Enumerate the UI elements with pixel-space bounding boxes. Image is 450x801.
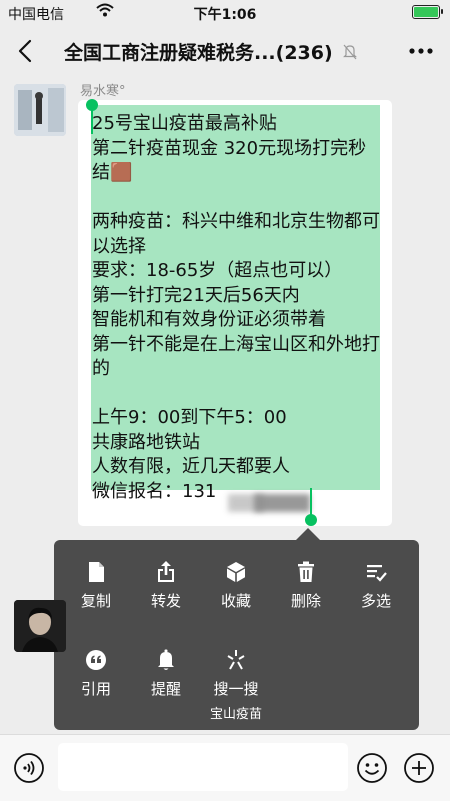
sender-name: 易水寒°	[80, 84, 126, 99]
message-line: 第一针不能是在上海宝山区和外地打的	[92, 333, 380, 380]
menu-label: 提醒	[150, 680, 181, 698]
more-functions-button[interactable]	[403, 752, 435, 788]
search-icon	[227, 650, 245, 670]
message-line: 共康路地铁站	[92, 431, 200, 453]
voice-icon	[14, 753, 44, 783]
menu-item-delete[interactable]: 删除	[271, 560, 341, 611]
menu-item-forward[interactable]: 转发	[131, 560, 201, 611]
selection-end-handle[interactable]	[305, 514, 317, 526]
menu-label: 引用	[80, 680, 111, 698]
redacted-blur	[254, 494, 310, 512]
message-line: 要求：18-65岁（超点也可以）	[92, 260, 343, 281]
message-line: 第一针打完21天后56天内	[92, 284, 300, 306]
more-button[interactable]	[404, 38, 438, 64]
copy-icon	[89, 562, 104, 582]
member-count: (236)	[275, 42, 333, 64]
quote-icon	[86, 650, 106, 670]
remind-icon	[158, 649, 174, 670]
mute-bell-icon	[343, 43, 358, 65]
menu-label: 多选	[360, 592, 391, 610]
menu-item-copy[interactable]: 复制	[61, 560, 131, 611]
menu-pointer	[296, 528, 320, 540]
message-line: 第二针疫苗现金 320元现场打完秒结🟫	[92, 137, 367, 184]
battery-icon	[412, 5, 443, 19]
message-line: 两种疫苗：科兴中维和北京生物都可以选择	[92, 211, 380, 257]
favorite-icon	[227, 562, 245, 582]
emoji-icon	[357, 753, 387, 783]
member-avatar[interactable]	[14, 600, 66, 652]
selection-start-handle[interactable]	[86, 99, 98, 111]
message-line: 上午9：00到下午5：00	[92, 407, 287, 428]
delete-icon	[298, 561, 314, 582]
emoji-button[interactable]	[356, 752, 388, 788]
menu-label: 复制	[80, 592, 111, 610]
back-button[interactable]	[12, 34, 42, 68]
menu-item-favorite[interactable]: 收藏	[201, 560, 271, 611]
message-input[interactable]	[58, 743, 348, 791]
menu-item-multi-select[interactable]: 多选	[341, 560, 411, 611]
menu-item-remind[interactable]: 提醒	[131, 648, 201, 699]
voice-button[interactable]	[13, 752, 45, 788]
status-bar: 中国电信 下午1:06	[0, 0, 450, 26]
message-line: 人数有限，近几天都要人	[92, 456, 290, 477]
group-name: 全国工商注册疑难税务...	[64, 42, 276, 64]
search-keyword: 宝山疫苗	[209, 707, 262, 722]
more-dots-icon	[409, 48, 433, 54]
message-text[interactable]: 25号宝山疫苗最高补贴第二针疫苗现金 320元现场打完秒结🟫 两种疫苗：科兴中维…	[92, 112, 382, 504]
message-line: 25号宝山疫苗最高补贴	[92, 113, 277, 134]
menu-label: 搜一搜	[213, 680, 259, 698]
message-line	[92, 382, 382, 407]
message-line	[92, 186, 382, 211]
chat-title: 全国工商注册疑难税务...(236)	[64, 38, 394, 65]
menu-item-search[interactable]: 搜一搜 宝山疫苗	[201, 648, 271, 722]
menu-label: 删除	[290, 592, 321, 610]
menu-label: 收藏	[220, 592, 251, 610]
chevron-left-icon	[18, 39, 32, 63]
message-line: 智能机和有效身份证必须带着	[92, 309, 326, 330]
chat-header: 全国工商注册疑难税务...(236)	[0, 26, 450, 76]
forward-icon	[158, 561, 174, 582]
plus-icon	[404, 753, 434, 783]
sender-avatar[interactable]	[14, 84, 66, 136]
menu-label: 转发	[150, 592, 181, 610]
menu-item-quote[interactable]: 引用	[61, 648, 131, 699]
context-menu: 复制 转发 收藏 删除 多选 引用 提醒 搜一搜 宝山疫苗	[54, 540, 419, 730]
multi-select-icon	[367, 565, 387, 582]
input-bar	[0, 734, 450, 801]
status-time: 下午1:06	[193, 7, 257, 23]
